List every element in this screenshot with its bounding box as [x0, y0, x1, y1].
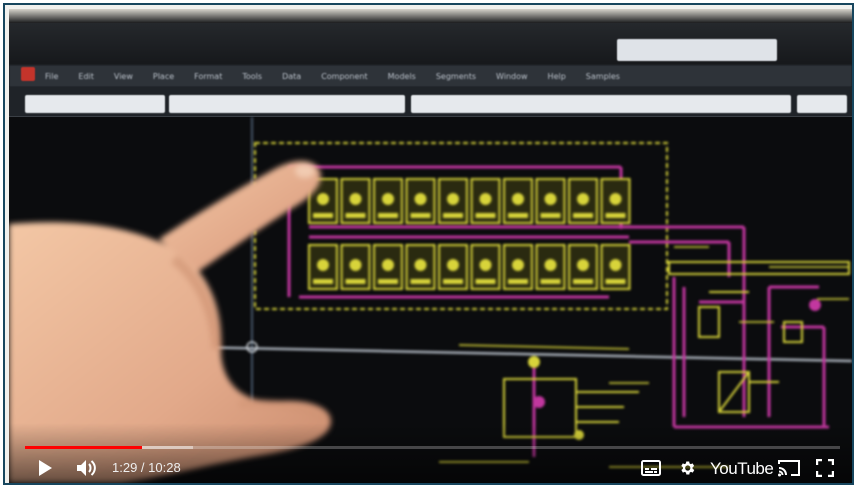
- play-icon: [39, 460, 52, 476]
- cast-icon: [778, 460, 800, 477]
- time-separator: /: [137, 460, 149, 475]
- volume-button[interactable]: [72, 456, 102, 480]
- youtube-logo[interactable]: YouTube: [710, 459, 774, 479]
- volume-icon: [77, 460, 96, 476]
- fullscreen-button[interactable]: [812, 456, 838, 480]
- fullscreen-icon: [816, 459, 834, 477]
- video-frame: File Edit View Place Format Tools Data Componen…: [3, 3, 854, 485]
- duration: 10:28: [148, 460, 181, 475]
- captions-icon: [641, 460, 661, 476]
- settings-button[interactable]: [674, 456, 700, 480]
- time-display: 1:29 / 10:28: [112, 460, 181, 475]
- video-player[interactable]: File Edit View Place Format Tools Data Componen…: [9, 9, 852, 483]
- cast-button[interactable]: [775, 456, 803, 480]
- progress-played: [25, 446, 143, 449]
- captions-button[interactable]: [638, 456, 664, 480]
- play-button[interactable]: [33, 456, 57, 480]
- progress-bar[interactable]: [25, 446, 840, 449]
- gear-icon: [681, 461, 695, 475]
- current-time: 1:29: [112, 460, 138, 475]
